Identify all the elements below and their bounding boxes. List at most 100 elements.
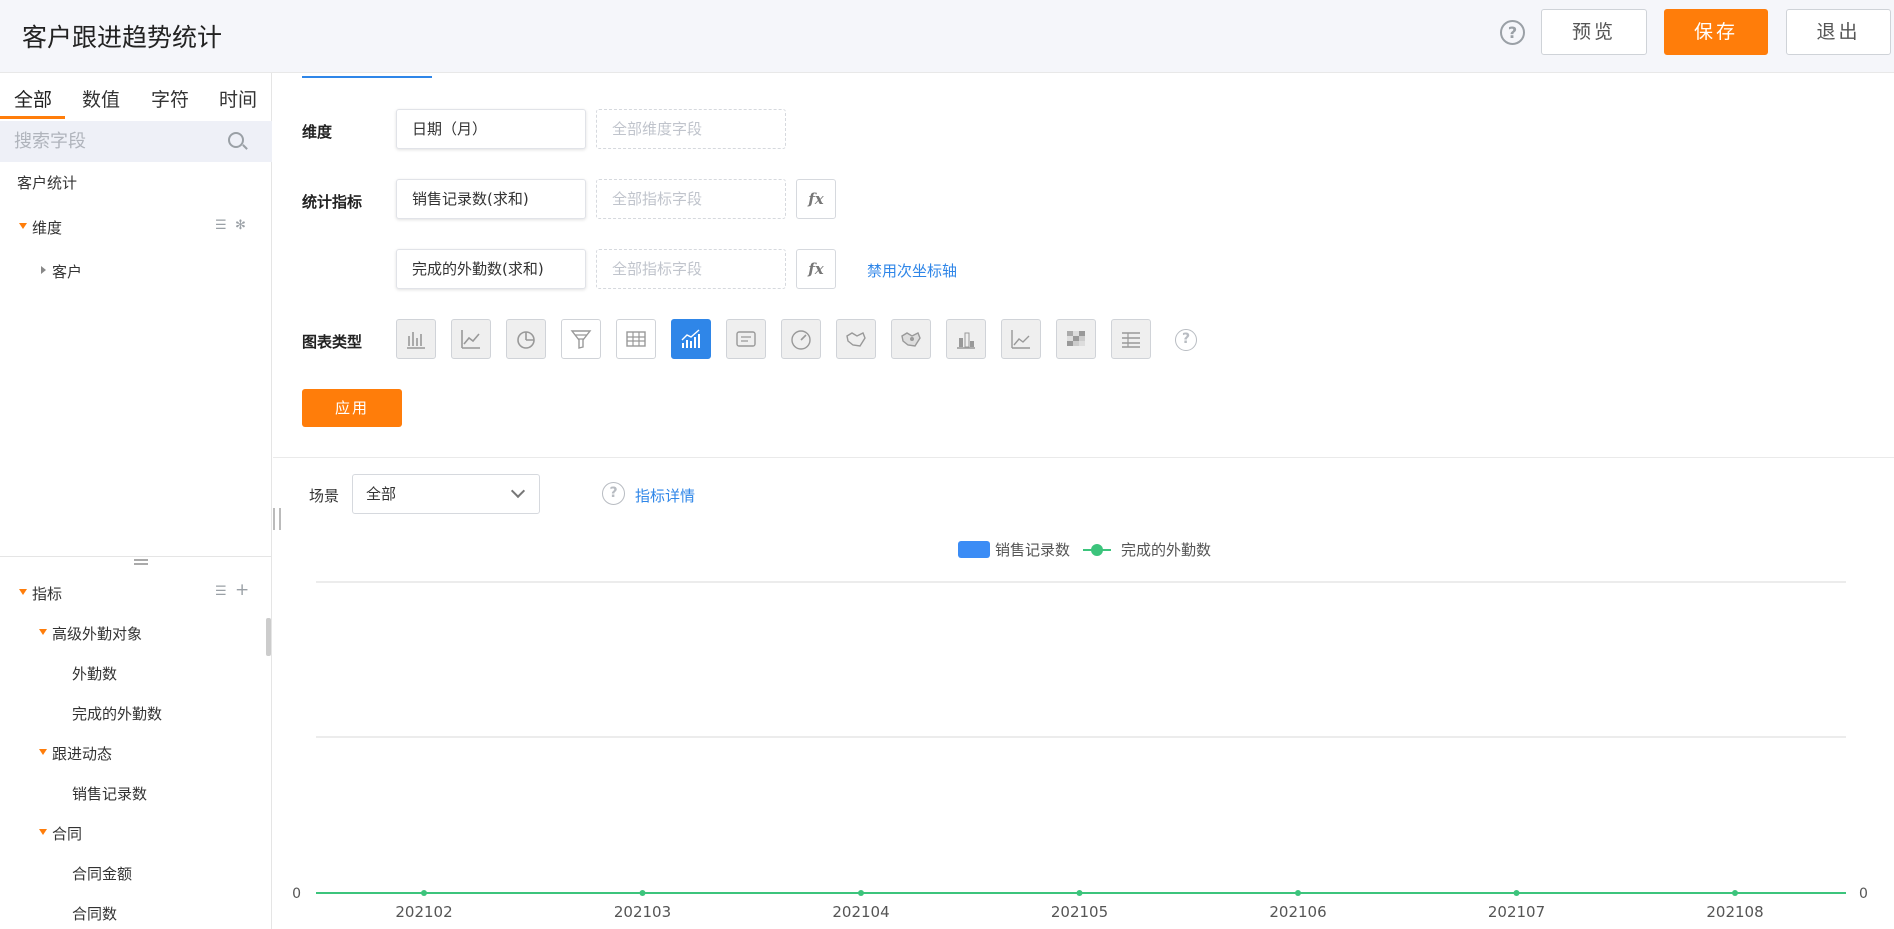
sort-icon[interactable]: ☰ (215, 584, 227, 599)
pie-chart-type-button[interactable] (506, 319, 546, 359)
search-input[interactable] (14, 127, 214, 155)
apply-button[interactable]: 应用 (302, 389, 402, 427)
combo-chart-type-button[interactable] (671, 319, 711, 359)
app-header: 客户跟进趋势统计 ? 预览 保存 退出 (0, 0, 1894, 73)
tab-time[interactable]: 时间 (219, 85, 257, 112)
map-chart-type-button[interactable] (836, 319, 876, 359)
area-chart-type-button[interactable] (1001, 319, 1041, 359)
gauge-chart-type-button[interactable] (781, 319, 821, 359)
combo-chart: 销售记录数 完成的外勤数 0 0 202102 202103 202104 202105 2… (292, 541, 1868, 921)
tree-item-customer[interactable]: 客户 (52, 261, 82, 282)
dimension-field[interactable]: 日期（月） (396, 109, 586, 149)
card-chart-type-button[interactable] (726, 319, 766, 359)
table-icon (626, 331, 646, 347)
line-point[interactable] (1732, 890, 1738, 896)
legend-label-bar[interactable]: 销售记录数 (995, 541, 1070, 559)
scene-select[interactable]: 全部 (352, 474, 540, 514)
formula-button[interactable]: fx (796, 249, 836, 289)
metric-item[interactable]: 完成的外勤数 (72, 703, 162, 724)
metric-item[interactable]: 销售记录数 (72, 783, 147, 804)
metric-detail-link[interactable]: 指标详情 (635, 485, 695, 506)
formula-button[interactable]: fx (796, 179, 836, 219)
bar-chart-type-button[interactable] (396, 319, 436, 359)
x-axis-tick-label: 202102 (395, 903, 452, 921)
metric-item[interactable]: 合同金额 (72, 863, 132, 884)
line-point[interactable] (1295, 890, 1301, 896)
add-icon[interactable]: + (235, 580, 249, 600)
line-point[interactable] (639, 890, 646, 896)
funnel-chart-type-button[interactable] (561, 319, 601, 359)
metric-item[interactable]: 外勤数 (72, 663, 117, 684)
chart-line-series (316, 890, 1846, 896)
save-button[interactable]: 保存 (1664, 9, 1768, 55)
tab-string[interactable]: 字符 (151, 85, 189, 112)
disable-secondary-axis-link[interactable]: 禁用次坐标轴 (867, 260, 957, 281)
metric-item[interactable]: 合同数 (72, 903, 117, 924)
field-search (0, 121, 272, 162)
scene-selected-value: 全部 (366, 485, 397, 503)
help-icon[interactable]: ? (602, 482, 625, 505)
dataset-name: 客户统计 (17, 174, 78, 192)
x-axis-tick-label: 202103 (614, 903, 671, 921)
map-icon (846, 332, 866, 347)
metric-drop-zone-2[interactable]: 全部指标字段 (596, 249, 786, 289)
exit-button[interactable]: 退出 (1786, 9, 1891, 55)
metric-drop-zone-1[interactable]: 全部指标字段 (596, 179, 786, 219)
sidebar-resize-handle[interactable] (273, 508, 281, 530)
active-tab-indicator (0, 116, 65, 119)
help-icon[interactable]: ? (1500, 20, 1525, 45)
region-map-icon (901, 332, 921, 347)
metric-field-2[interactable]: 完成的外勤数(求和) (396, 249, 586, 289)
chart-type-help-icon[interactable]: ? (1175, 329, 1197, 351)
caret-down-icon[interactable] (19, 589, 27, 595)
metrics-group[interactable]: 指标 (32, 583, 62, 604)
line-point[interactable] (1513, 890, 1520, 896)
section-divider (273, 457, 1894, 458)
stacked-bar-icon (957, 332, 975, 349)
bar-chart-icon (407, 332, 425, 349)
chart-legend: 销售记录数 完成的外勤数 (958, 541, 1211, 559)
caret-down-icon[interactable] (39, 749, 47, 755)
funnel-chart-icon (570, 330, 592, 349)
line-chart-type-button[interactable] (451, 319, 491, 359)
caret-down-icon[interactable] (19, 223, 27, 229)
card-icon (736, 331, 756, 347)
dimensions-group[interactable]: 维度 (32, 217, 62, 238)
y-axis-tick-right: 0 (1859, 886, 1868, 902)
line-chart-icon (461, 330, 480, 349)
tab-all[interactable]: 全部 (14, 85, 52, 112)
x-axis-tick-label: 202107 (1488, 903, 1545, 921)
metric-label: 统计指标 (302, 193, 363, 211)
scrollbar[interactable] (266, 618, 271, 656)
metric-group-contract[interactable]: 合同 (52, 823, 82, 844)
line-point[interactable] (421, 890, 427, 896)
region-map-chart-type-button[interactable] (891, 319, 931, 359)
gear-icon[interactable]: ✻ (235, 218, 246, 233)
legend-label-line[interactable]: 完成的外勤数 (1121, 541, 1211, 559)
split-handle[interactable] (134, 559, 148, 565)
caret-down-icon[interactable] (39, 629, 47, 635)
heatmap-chart-type-button[interactable] (1056, 319, 1096, 359)
table-chart-type-button[interactable] (616, 319, 656, 359)
dimension-drop-zone[interactable]: 全部维度字段 (596, 109, 786, 149)
panel-splitter (0, 556, 272, 557)
chart-grid (316, 581, 1846, 894)
line-point[interactable] (858, 890, 864, 896)
preview-button[interactable]: 预览 (1541, 9, 1647, 55)
caret-right-icon[interactable] (41, 266, 46, 274)
legend-swatch-bar[interactable] (958, 541, 990, 558)
line-point[interactable] (1076, 890, 1083, 896)
x-axis-tick-label: 202105 (1051, 903, 1108, 921)
tab-numeric[interactable]: 数值 (82, 85, 120, 112)
metric-group-field-object[interactable]: 高级外勤对象 (52, 623, 142, 644)
pivot-table-chart-type-button[interactable] (1111, 319, 1151, 359)
field-sidebar: 全部 数值 字符 时间 客户统计 维度 ☰ ✻ 客户 指标 ☰ + 高级外勤对象… (0, 73, 272, 929)
sort-icon[interactable]: ☰ (215, 218, 227, 233)
metric-group-follow-up[interactable]: 跟进动态 (52, 743, 112, 764)
metric-field-1[interactable]: 销售记录数(求和) (396, 179, 586, 219)
y-axis-tick-left: 0 (292, 886, 301, 902)
pivot-table-icon (1122, 332, 1140, 348)
search-icon[interactable] (228, 132, 244, 148)
caret-down-icon[interactable] (39, 829, 47, 835)
stacked-bar-chart-type-button[interactable] (946, 319, 986, 359)
